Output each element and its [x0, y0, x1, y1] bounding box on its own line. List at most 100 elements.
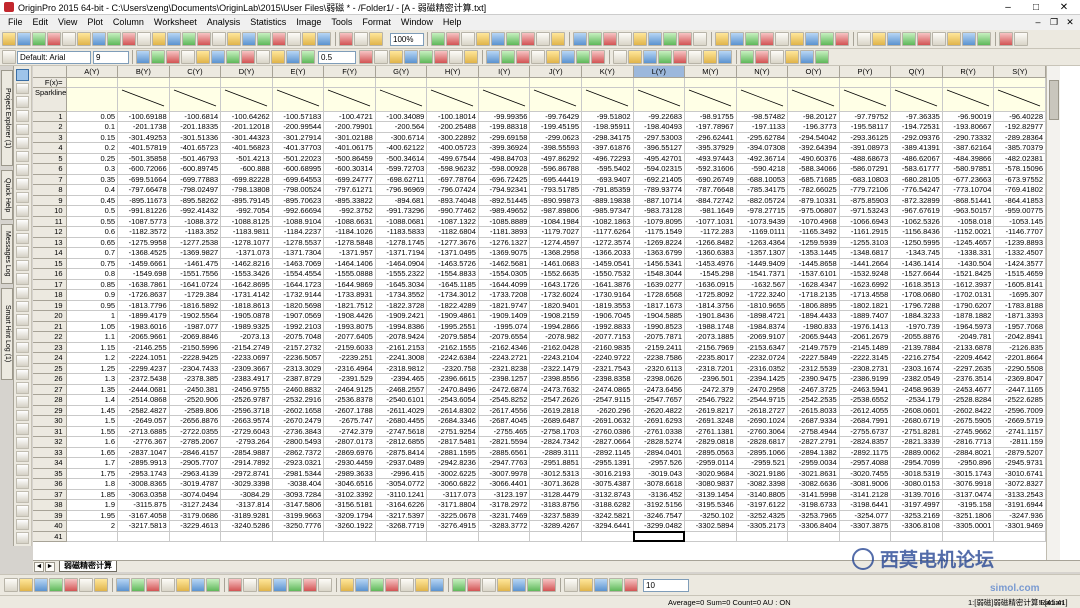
format-tool-10-icon[interactable] [501, 50, 515, 64]
cell[interactable]: -3305.0001 [942, 520, 995, 532]
fx-cell[interactable] [581, 77, 634, 88]
maximize-button[interactable]: □ [1022, 0, 1050, 14]
cell[interactable]: -2615.8033 [787, 405, 840, 416]
cell[interactable]: -2937.0489 [375, 457, 428, 469]
cell[interactable]: -2398.0626 [633, 373, 686, 385]
cell[interactable]: -2923.0321 [272, 457, 325, 469]
cell[interactable]: -2546.7922 [684, 394, 737, 406]
column-header[interactable]: I(Y) [478, 66, 531, 78]
cell[interactable]: -2162.1555 [426, 342, 479, 353]
row-header[interactable]: 16 [33, 268, 67, 280]
cell[interactable]: -2079.6554 [478, 331, 531, 343]
cell[interactable]: -1894.4433 [787, 310, 840, 322]
cell[interactable]: -769.41802 [993, 184, 1046, 196]
cell[interactable]: -2520.906 [169, 394, 222, 406]
cell[interactable]: -3189.9281 [220, 510, 273, 521]
cell[interactable]: -1088.372 [169, 216, 222, 227]
cell[interactable]: -394.07308 [736, 142, 789, 154]
cell[interactable]: -3132.8743 [581, 489, 634, 500]
cell[interactable]: -2297.2635 [942, 363, 995, 374]
bottom-tool-31-icon[interactable] [482, 578, 496, 592]
fx-cell[interactable] [890, 77, 943, 88]
cell[interactable]: -3019.043 [633, 468, 686, 479]
cell[interactable]: -2824.7342 [529, 436, 582, 448]
cell[interactable]: -3010.6741 [993, 468, 1046, 479]
cell[interactable]: -399.36924 [478, 142, 531, 154]
cell[interactable]: -1733.7208 [478, 289, 531, 301]
cell[interactable]: -2236.5057 [272, 352, 325, 364]
cell[interactable]: -1638.7861 [117, 279, 170, 290]
cell[interactable]: -1802.1821 [839, 300, 892, 311]
script-tool-icon[interactable] [16, 505, 29, 517]
cell[interactable]: 0.4 [66, 184, 119, 196]
bottom-tool-13-icon[interactable] [191, 578, 205, 592]
cell[interactable]: -3128.4479 [529, 489, 582, 500]
cell[interactable]: -1181.3893 [478, 226, 531, 238]
bottom-tool-19-icon[interactable] [288, 578, 302, 592]
cell[interactable]: -2687.4045 [478, 415, 531, 427]
menu-window[interactable]: Window [396, 15, 438, 30]
print-icon[interactable] [272, 32, 286, 46]
line-color-icon[interactable] [256, 50, 270, 64]
cell[interactable]: -2758.4944 [787, 426, 840, 437]
cell[interactable]: -3110.1241 [375, 489, 428, 500]
open-template-icon[interactable] [152, 32, 166, 46]
cell[interactable]: -600.68995 [272, 163, 325, 175]
cell[interactable]: -1814.3756 [684, 300, 737, 311]
cell[interactable]: -2386.9199 [839, 373, 892, 385]
cell[interactable]: -3123.197 [478, 489, 531, 500]
cell[interactable]: -201.1738 [117, 121, 170, 133]
row-header[interactable]: 41 [33, 531, 67, 542]
cell[interactable]: -3198.6733 [787, 499, 840, 511]
greek-icon[interactable] [211, 50, 225, 64]
cell[interactable]: -2159.2411 [633, 342, 686, 353]
cell[interactable]: -796.96969 [375, 184, 428, 196]
cell[interactable]: -1899.4179 [117, 310, 170, 322]
cell[interactable]: -1183.5833 [375, 226, 428, 238]
cell[interactable]: -2751.8281 [890, 426, 943, 437]
cell[interactable]: -3076.9918 [942, 478, 995, 490]
open-excel-icon[interactable] [167, 32, 181, 46]
cell[interactable]: -3139.1454 [684, 489, 737, 500]
cell[interactable]: -580.97851 [942, 163, 995, 175]
bottom-tool-38-icon[interactable] [594, 578, 608, 592]
cell[interactable]: 1.95 [66, 510, 119, 521]
cell[interactable]: 0.6 [66, 226, 119, 238]
cell[interactable]: -3141.2128 [839, 489, 892, 500]
cell[interactable]: 2 [66, 520, 119, 532]
cell[interactable]: -2884.8021 [942, 447, 995, 458]
cell[interactable]: 0.25 [66, 153, 119, 164]
cell[interactable]: -2468.2557 [375, 384, 428, 395]
cell[interactable]: -3012.5313 [529, 468, 582, 479]
cell[interactable]: -490.60376 [787, 153, 840, 164]
cell[interactable]: -96.40228 [993, 111, 1046, 122]
cell[interactable]: -796.07424 [426, 184, 479, 196]
row-header[interactable]: 27 [33, 384, 67, 395]
cell[interactable]: -590.4218 [736, 163, 789, 175]
fx-cell[interactable] [66, 77, 119, 88]
cell[interactable]: -3217.5813 [117, 520, 170, 532]
cell[interactable]: -2522.6285 [993, 394, 1046, 406]
cell[interactable]: -2061.2679 [839, 331, 892, 343]
fx-cell[interactable] [478, 77, 531, 88]
cell[interactable]: -2760.3064 [736, 426, 789, 437]
cell[interactable]: -2713.6885 [117, 426, 170, 437]
cell[interactable]: -2729.6043 [220, 426, 273, 437]
cell[interactable]: -1995.2551 [426, 321, 479, 332]
cell[interactable]: -3081.9006 [839, 478, 892, 490]
cell[interactable]: -3156.5181 [323, 499, 376, 511]
cell[interactable]: -1062.5326 [890, 216, 943, 227]
layout-tool-icon[interactable] [16, 477, 29, 490]
cell[interactable]: -290.73332 [942, 132, 995, 143]
cell[interactable]: -2322.1479 [529, 363, 582, 374]
row-header[interactable]: 18 [33, 289, 67, 301]
cell[interactable]: -2157.2732 [272, 342, 325, 353]
row-header[interactable]: 6 [33, 163, 67, 175]
cell[interactable]: -200.99544 [272, 121, 325, 133]
cell[interactable]: 0.3 [66, 163, 119, 175]
cell[interactable]: -2547.2626 [529, 394, 582, 406]
cell[interactable]: -2807.0173 [323, 436, 376, 448]
cell[interactable]: -2398.8556 [529, 373, 582, 385]
cell[interactable]: -1992.8833 [581, 321, 634, 332]
column-header[interactable]: K(Y) [581, 66, 634, 78]
